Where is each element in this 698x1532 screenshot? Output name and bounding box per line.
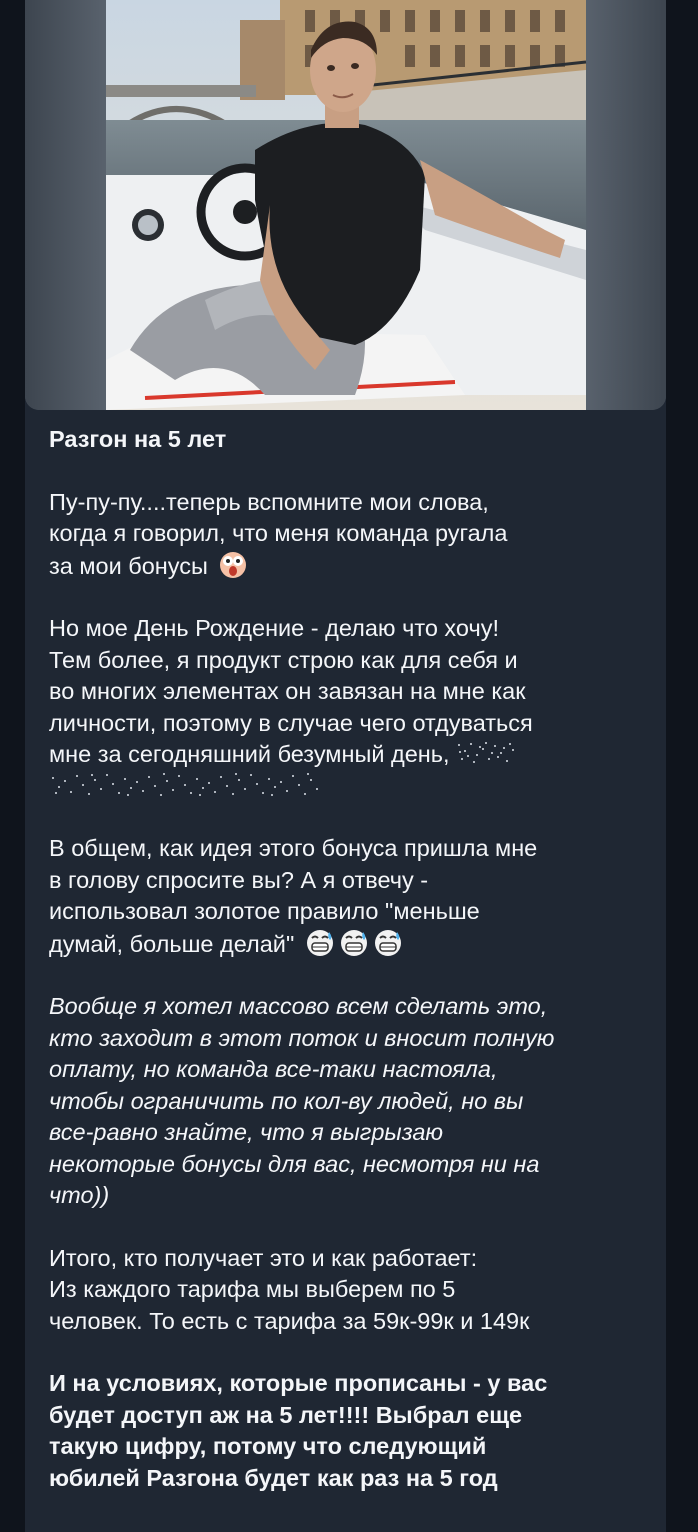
paragraph-3: В общем, как идея этого бонуса пришла мн… [49, 833, 649, 960]
text-line: во многих элементах он завязан на мне ка… [49, 678, 526, 704]
grinning-sweat-emoji [340, 929, 367, 956]
text-line: И на условиях, которые прописаны - у вас [49, 1370, 548, 1396]
text-line: в голову спросите вы? А я отвечу - [49, 866, 429, 893]
text-line: чтобы ограничить по кол-ву людей, но вы [49, 1087, 524, 1114]
text-line: человек. То есть с тарифа за 59к-99к и 1… [49, 1307, 530, 1334]
spoiler-hidden-text[interactable] [456, 740, 516, 766]
text-line: Но мое День Рождение - делаю что хочу! [49, 615, 499, 641]
post-photo[interactable] [25, 0, 666, 410]
text-line: кто заходит в этот поток и вносит полную [49, 1024, 555, 1051]
post-title: Разгон на 5 лет [49, 426, 227, 452]
text-line: будет доступ аж на 5 лет!!!! Выбрал еще [49, 1401, 523, 1428]
text-line: Из каждого тарифа мы выберем по 5 [49, 1276, 456, 1302]
spoiler-hidden-text[interactable] [49, 772, 324, 798]
text-line: все-равно знайте, что я выгрызаю [49, 1119, 444, 1145]
text-line: такую цифру, потому что следующий [49, 1433, 487, 1459]
text-line: использовал золотое правило "меньше [49, 898, 480, 924]
text-line: Итого, кто получает это и как работает: [49, 1244, 478, 1271]
paragraph-5: Итого, кто получает это и как работает: … [49, 1243, 649, 1338]
text-line: за мои бонусы [49, 552, 208, 579]
text-line: юбилей Разгона будет как раз на 5 год [49, 1464, 498, 1491]
text-line: Тем более, я продукт строю как для себя … [49, 646, 518, 673]
shocked-face-emoji [220, 551, 247, 578]
paragraph-2: Но мое День Рождение - делаю что хочу! Т… [49, 613, 649, 802]
grinning-sweat-emoji [306, 929, 333, 956]
text-line: Вообще я хотел массово всем сделать это, [49, 993, 548, 1019]
grinning-sweat-emoji [374, 929, 401, 956]
paragraph-1: Пу-пу-пу....теперь вспомните мои слова, … [49, 487, 649, 583]
message-text: Разгон на 5 лет Пу-пу-пу....теперь вспом… [49, 424, 649, 1525]
photo-image [25, 0, 666, 410]
text-line: В общем, как идея этого бонуса пришла мн… [49, 835, 538, 861]
text-line: Пу-пу-пу....теперь вспомните мои слова, [49, 488, 489, 515]
text-line: личности, поэтому в случае чего отдувать… [49, 709, 533, 736]
paragraph-4: Вообще я хотел массово всем сделать это,… [49, 991, 649, 1212]
text-line: когда я говорил, что меня команда ругала [49, 520, 508, 546]
text-line: думай, больше делай" [49, 930, 295, 957]
chat-view: Разгон на 5 лет Пу-пу-пу....теперь вспом… [0, 0, 698, 1532]
text-line: что)) [49, 1182, 110, 1208]
text-line: оплату, но команда все-таки настояла, [49, 1056, 498, 1082]
text-line: мне за сегодняшний безумный день, [49, 741, 450, 767]
paragraph-6: И на условиях, которые прописаны - у вас… [49, 1368, 649, 1494]
text-line: некоторые бонусы для вас, несмотря ни на [49, 1150, 540, 1177]
